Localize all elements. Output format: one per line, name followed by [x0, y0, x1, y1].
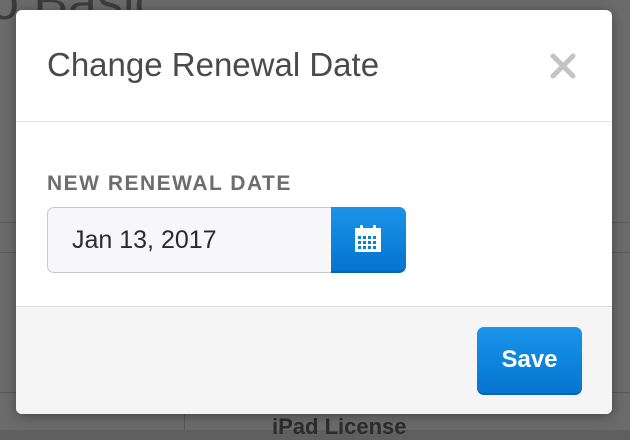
modal-header: Change Renewal Date — [16, 10, 612, 122]
save-button[interactable]: Save — [477, 327, 582, 395]
calendar-icon — [355, 225, 381, 252]
close-button[interactable] — [547, 50, 579, 82]
modal-footer: Save — [16, 306, 612, 414]
change-renewal-date-modal: Change Renewal Date NEW RENEWAL DATE Jan… — [16, 10, 612, 414]
renewal-date-input[interactable] — [47, 207, 331, 273]
close-icon — [550, 53, 576, 79]
modal-title: Change Renewal Date — [47, 46, 380, 83]
background-row-text: iPad License — [272, 414, 407, 439]
new-renewal-date-label: NEW RENEWAL DATE — [47, 172, 292, 195]
calendar-button[interactable] — [331, 207, 406, 273]
modal-body: NEW RENEWAL DATE — [16, 122, 612, 306]
